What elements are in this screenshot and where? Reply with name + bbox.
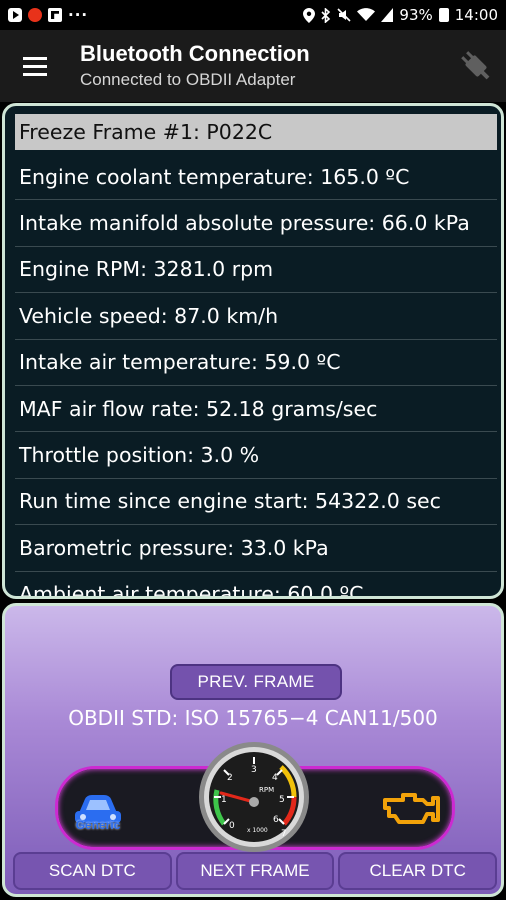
generic-label: Generic <box>75 818 121 832</box>
gauge-tick-label: 6 <box>273 815 279 825</box>
app-bar: Bluetooth Connection Connected to OBDII … <box>0 30 506 102</box>
list-item: Ambient air temperature: 60.0 ºC <box>15 572 497 596</box>
bluetooth-icon <box>321 7 331 23</box>
protocol-label: OBDII STD: ISO 15765−4 CAN11/500 <box>68 706 438 730</box>
next-frame-button[interactable]: NEXT FRAME <box>175 852 335 890</box>
list-item: Vehicle speed: 87.0 km/h <box>15 293 497 340</box>
wifi-icon <box>357 8 376 21</box>
more-icon: ··· <box>68 6 89 24</box>
control-panel: PREV. FRAME OBDII STD: ISO 15765−4 CAN11… <box>2 603 504 897</box>
clear-dtc-button[interactable]: CLEAR DTC <box>338 852 498 890</box>
rpm-gauge-icon[interactable]: 0 1 2 3 4 5 6 7 RPM x 1000 <box>197 740 311 854</box>
list-item: Intake air temperature: 59.0 ºC <box>15 340 497 386</box>
app-bar-titles: Bluetooth Connection Connected to OBDII … <box>60 40 446 92</box>
freeze-frame-header: Freeze Frame #1: P022C <box>15 114 497 150</box>
gauge-unit-label: x 1000 <box>247 827 268 834</box>
gauge-tick-label: 1 <box>221 795 227 805</box>
status-right: 93% 14:00 <box>303 6 498 24</box>
list-item: Barometric pressure: 33.0 kPa <box>15 525 497 572</box>
gauge-tick-label: 5 <box>279 795 285 805</box>
page-title: Bluetooth Connection <box>80 41 310 66</box>
gauge-tick-label: 7 <box>281 829 287 839</box>
gauge-tick-label: 3 <box>251 765 257 775</box>
scan-dtc-button[interactable]: SCAN DTC <box>13 852 172 890</box>
check-engine-icon[interactable] <box>381 786 443 830</box>
location-icon <box>303 7 316 23</box>
battery-percent: 93% <box>399 6 433 24</box>
list-item: Run time since engine start: 54322.0 sec <box>15 479 497 526</box>
list-item: Engine RPM: 3281.0 rpm <box>15 247 497 294</box>
list-item: Intake manifold absolute pressure: 66.0 … <box>15 200 497 247</box>
battery-icon <box>438 8 449 22</box>
action-bar: SCAN DTC NEXT FRAME CLEAR DTC <box>13 852 498 890</box>
record-icon <box>28 8 42 22</box>
list-item: Engine coolant temperature: 165.0 ºC <box>15 154 497 201</box>
gauge-tick-label: 2 <box>227 773 233 783</box>
freeze-frame-list: Freeze Frame #1: P022C Engine coolant te… <box>15 114 497 596</box>
signal-icon <box>381 8 394 22</box>
status-left: ··· <box>8 6 88 24</box>
flipboard-icon <box>48 8 62 22</box>
gauge-tick-label: 0 <box>229 821 235 831</box>
obd-plug-icon[interactable] <box>446 30 506 102</box>
gauge-rpm-label: RPM <box>259 786 274 794</box>
gauge-tick-label: 4 <box>272 773 278 783</box>
status-bar: ··· 93% 14:00 <box>0 0 506 30</box>
list-item: MAF air flow rate: 52.18 grams/sec <box>15 386 497 433</box>
prev-frame-button[interactable]: PREV. FRAME <box>170 664 342 700</box>
clock: 14:00 <box>454 6 498 24</box>
freeze-frame-panel[interactable]: Freeze Frame #1: P022C Engine coolant te… <box>2 103 504 599</box>
list-item: Throttle position: 3.0 % <box>15 432 497 479</box>
connection-status: Connected to OBDII Adapter <box>80 70 296 89</box>
mute-icon <box>337 8 351 22</box>
youtube-icon <box>8 8 22 22</box>
